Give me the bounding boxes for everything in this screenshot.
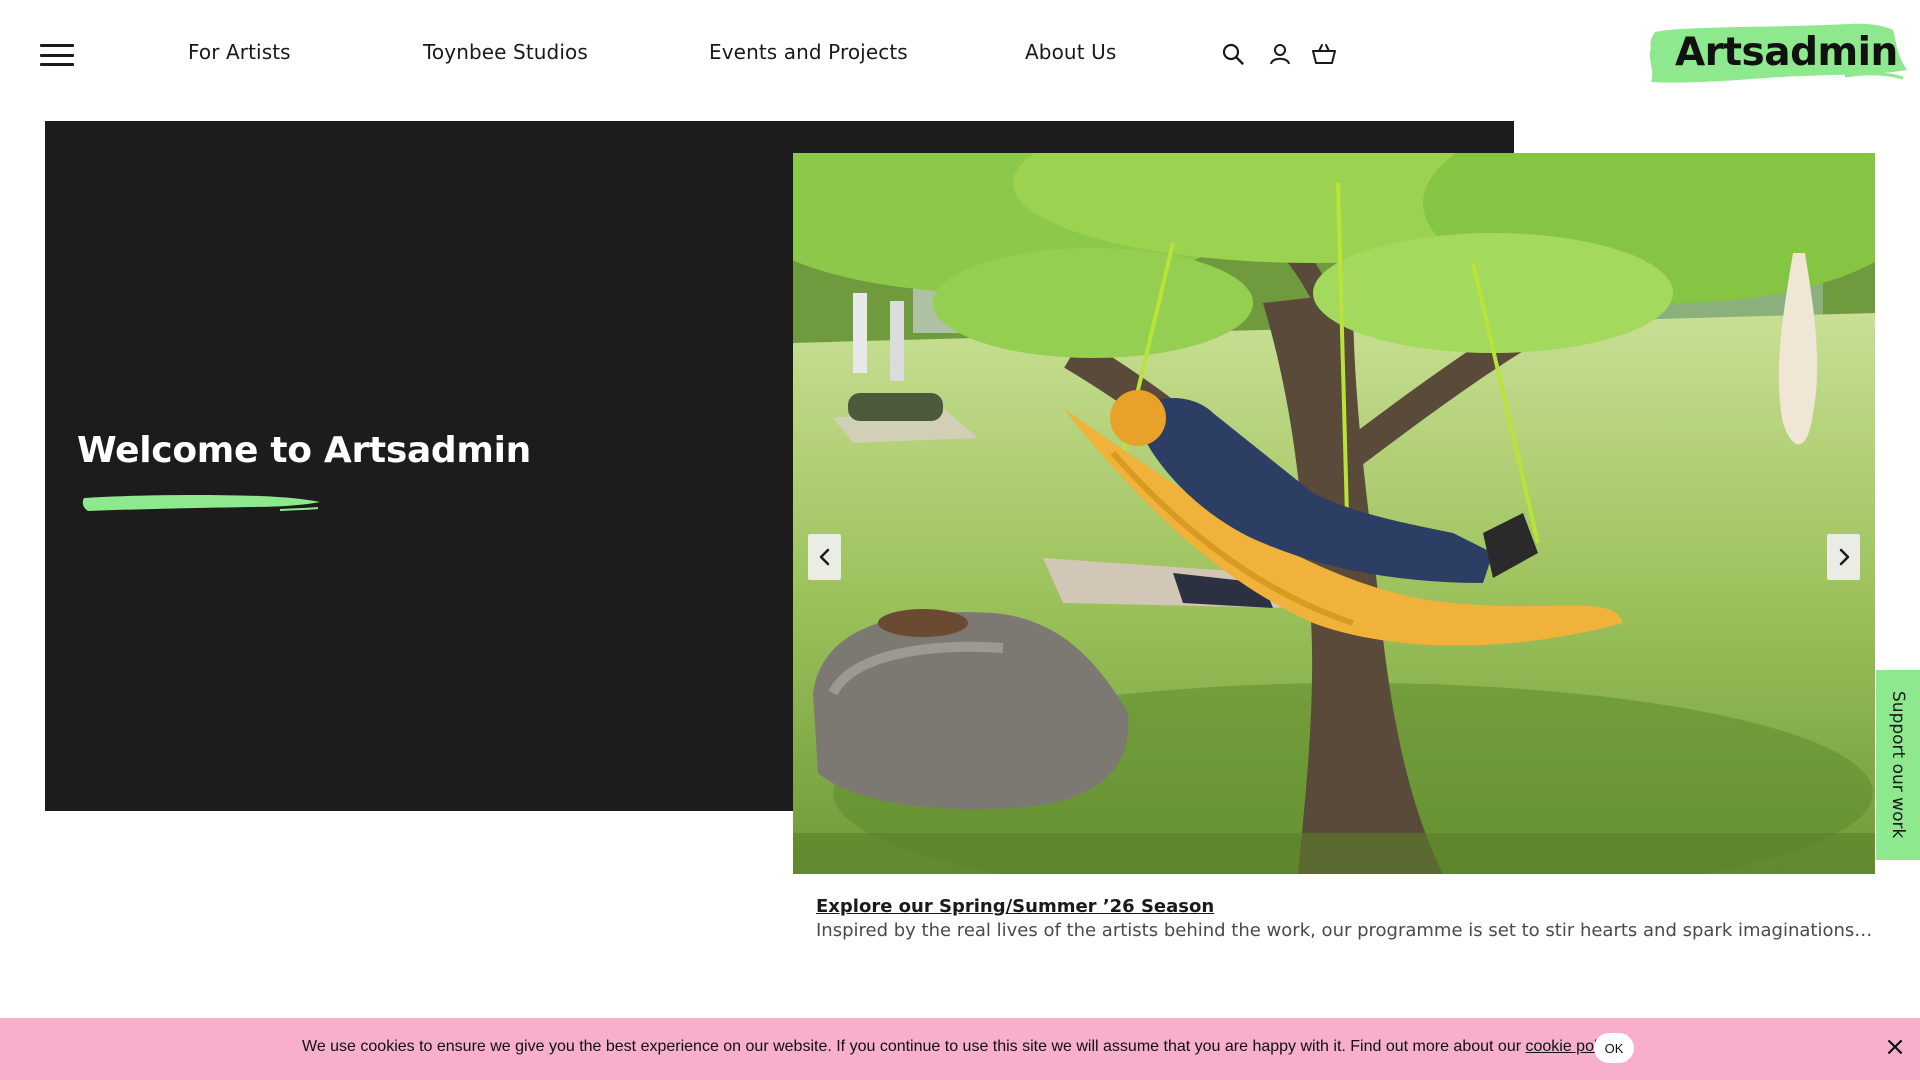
- account-icon[interactable]: [1266, 40, 1294, 68]
- hero-slide-image: [793, 153, 1875, 874]
- brush-underline-icon: [82, 494, 320, 511]
- cookie-ok-button[interactable]: OK: [1594, 1033, 1634, 1063]
- search-icon[interactable]: [1219, 40, 1247, 68]
- nav-for-artists[interactable]: For Artists: [188, 40, 291, 64]
- support-tab-label: Support our work: [1888, 691, 1908, 839]
- cookie-banner: We use cookies to ensure we give you the…: [0, 1018, 1920, 1080]
- slide-description: Inspired by the real lives of the artist…: [816, 920, 1873, 941]
- slide-title-link[interactable]: Explore our Spring/Summer ’26 Season: [816, 896, 1214, 917]
- hamburger-menu-icon[interactable]: [40, 44, 74, 66]
- cookie-message: We use cookies to ensure we give you the…: [302, 1038, 1620, 1056]
- nav-toynbee-studios[interactable]: Toynbee Studios: [423, 40, 588, 64]
- slider-prev-button[interactable]: [808, 534, 841, 580]
- nav-events-and-projects[interactable]: Events and Projects: [709, 40, 908, 64]
- chevron-left-icon: [819, 548, 829, 566]
- slider-next-button[interactable]: [1827, 534, 1860, 580]
- nav-about-us[interactable]: About Us: [1025, 40, 1116, 64]
- basket-icon[interactable]: [1310, 40, 1338, 68]
- hero-title: Welcome to Artsadmin: [77, 430, 531, 471]
- artsadmin-logo[interactable]: Artsadmin: [1645, 18, 1907, 90]
- park-hammock-photo: [793, 153, 1875, 874]
- cookie-message-text: We use cookies to ensure we give you the…: [302, 1038, 1526, 1055]
- logo-text: Artsadmin: [1675, 30, 1898, 75]
- support-our-work-tab[interactable]: Support our work: [1876, 670, 1920, 860]
- site-header: For Artists Toynbee Studios Events and P…: [0, 0, 1920, 110]
- close-icon[interactable]: ×: [1882, 1032, 1908, 1062]
- chevron-right-icon: [1839, 548, 1849, 566]
